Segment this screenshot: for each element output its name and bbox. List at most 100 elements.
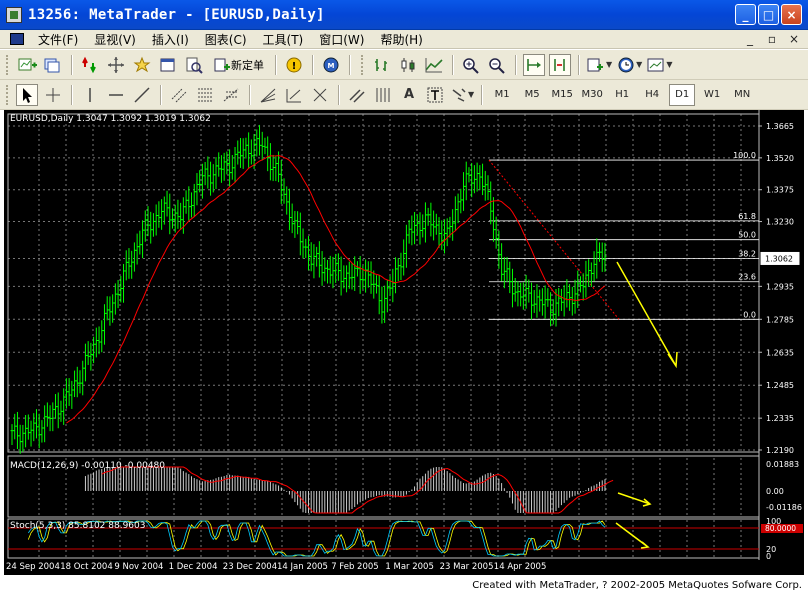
new-order-button[interactable]: 新定单 [209,54,268,76]
fibo-timezones-button[interactable] [309,84,331,106]
chart-window[interactable]: 100.0 61.8 50.0 38.2 23.6 0.0 1.3665 1.3520 1.3… [4,110,804,575]
zoom-out-icon [489,57,505,74]
navigator-button[interactable] [105,54,127,76]
vertical-line-icon [89,87,91,102]
parallel-lines-button[interactable] [346,84,368,106]
date-tick-label: 14 Apr 2005 [494,562,547,572]
price-axis: 1.3665 1.3520 1.3375 1.3230 1.3062 1.2935 1.27… [759,122,800,455]
cursor-button[interactable] [16,83,38,106]
favorites-button[interactable] [131,54,153,76]
mdi-close-button[interactable]: × [786,32,802,46]
crosshair-button[interactable] [42,84,64,106]
menu-charts[interactable]: 图表(C) [197,31,255,48]
horizontal-line-button[interactable] [105,84,127,106]
mdi-minimize-button[interactable]: _ [742,32,758,46]
text-label-button[interactable] [424,84,446,106]
text-button[interactable]: A [398,84,420,106]
window-controls: _ □ × [735,4,802,25]
bar-chart-button[interactable] [371,54,393,76]
copyright-footer: Created with MetaTrader, ? 2002-2005 Met… [0,577,808,594]
fib-level-label: 23.6 [738,273,756,282]
minimize-button[interactable]: _ [735,4,756,25]
vertical-line-button[interactable] [79,84,101,106]
menu-insert[interactable]: 插入(I) [144,31,197,48]
menu-file[interactable]: 文件(F) [30,31,86,48]
equidistant-channel-button[interactable] [168,84,190,106]
fibo-retracement-button[interactable] [194,84,216,106]
candlestick-icon [401,57,415,72]
date-tick-label: 7 Feb 2005 [331,562,379,572]
stoch-label: Stoch(5,3,3) 85.8102 88.9603 [10,521,145,531]
timeframe-mn[interactable]: MN [729,84,755,106]
fibo-expansion-button[interactable] [220,84,242,106]
menu-window[interactable]: 窗口(W) [311,31,372,48]
window-title: 13256: MetaTrader - [EURUSD,Daily] [28,6,325,23]
terminal-button[interactable] [157,54,179,76]
gann-grid-button[interactable] [372,84,394,106]
date-tick-label: 23 Dec 2004 [223,562,277,572]
timeframe-m30[interactable]: M30 [579,84,605,106]
line-chart-button[interactable] [423,54,445,76]
close-button[interactable]: × [781,4,802,25]
zoom-in-icon [463,57,479,74]
fib-level-label: 61.8 [738,212,756,221]
market-watch-button[interactable] [79,54,101,76]
fib-level-label: 100.0 [733,151,756,160]
new-order-icon [214,58,230,71]
auto-scroll-button[interactable] [523,53,545,76]
price-chart[interactable]: 100.061.850.038.223.60.0 1.36651.35201.3… [4,110,804,575]
fib-level-label: 0.0 [743,310,756,319]
toolbar-separator [338,84,339,105]
arrows-button[interactable]: ▼ [450,84,474,106]
fibonacci-retracement[interactable]: 100.0 61.8 50.0 38.2 23.6 0.0 [488,151,759,320]
app-icon [6,6,22,23]
template-icon [647,58,664,71]
timeframe-h4[interactable]: H4 [639,84,665,106]
svg-text:M: M [328,62,335,70]
candlestick-button[interactable] [397,54,419,76]
timeframe-h1[interactable]: H1 [609,84,635,106]
price-tick-label: 1.3230 [766,218,794,227]
periods-button[interactable]: ▼ [616,54,642,76]
current-price-label: 1.3062 [765,254,793,263]
fibo-fan-button[interactable] [257,84,279,106]
toolbar-separator [349,54,350,75]
menu-help[interactable]: 帮助(H) [372,31,430,48]
date-axis: 24 Sep 2004 18 Oct 2004 9 Nov 2004 1 Dec 20… [6,562,546,572]
toolbar-grip[interactable] [361,54,364,75]
maximize-button[interactable]: □ [758,4,779,25]
price-tick-label: 1.2935 [766,282,794,291]
fibo-fan-icon [260,88,276,102]
profiles-button[interactable] [42,54,64,76]
trendline-button[interactable] [131,84,153,106]
chart-shift-button[interactable] [549,53,571,76]
metaeditor-button[interactable]: M [320,54,342,76]
toolbar-separator [515,54,516,75]
timeframe-w1[interactable]: W1 [699,84,725,106]
date-tick-label: 1 Mar 2005 [385,562,433,572]
new-chart-button[interactable] [16,54,38,76]
stoch-tick-label: 0 [766,552,771,561]
timeframe-m1[interactable]: M1 [489,84,515,106]
templates-button[interactable]: ▼ [646,54,672,76]
menu-tools[interactable]: 工具(T) [255,31,312,48]
forecast-arrow[interactable] [616,261,678,369]
document-icon[interactable] [10,33,24,45]
mdi-restore-button[interactable]: ▫ [764,32,780,46]
menu-view[interactable]: 显视(V) [86,31,144,48]
zoom-out-button[interactable] [486,54,508,76]
timeframe-m15[interactable]: M15 [549,84,575,106]
svg-text:!: ! [292,61,297,72]
macd-label: MACD(12,26,9) -0.00110 -0.00480 [10,461,165,471]
strategy-tester-button[interactable] [183,54,205,76]
timeframe-d1[interactable]: D1 [669,83,696,106]
indicators-button[interactable]: ▼ [586,54,612,76]
fibo-arcs-icon [286,88,301,102]
toolbar-grip[interactable] [6,84,9,105]
toolbar-grip[interactable] [6,54,9,75]
stoch-forecast-arrow [615,522,650,549]
zoom-in-button[interactable] [460,54,482,76]
expert-advisors-button[interactable]: ! [283,54,305,76]
fibo-arcs-button[interactable] [283,84,305,106]
timeframe-m5[interactable]: M5 [519,84,545,106]
